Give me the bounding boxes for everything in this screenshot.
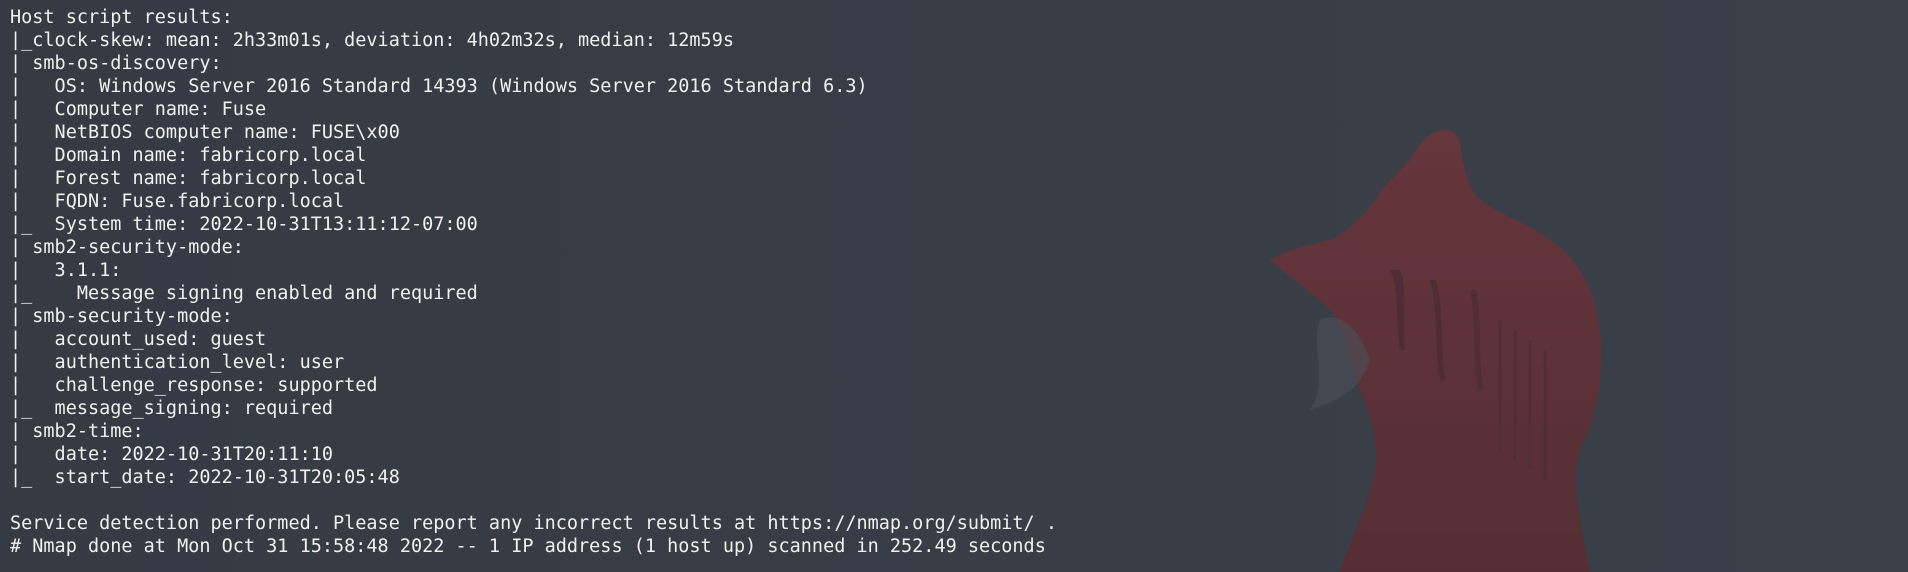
- output-line: | OS: Windows Server 2016 Standard 14393…: [10, 76, 868, 97]
- output-line: | date: 2022-10-31T20:11:10: [10, 444, 334, 465]
- output-line: Service detection performed. Please repo…: [10, 513, 1057, 534]
- output-line: Host script results:: [10, 7, 233, 28]
- output-line: | smb-security-mode:: [10, 306, 233, 327]
- output-line: | FQDN: Fuse.fabricorp.local: [10, 191, 345, 212]
- output-line: | Domain name: fabricorp.local: [10, 145, 367, 166]
- output-line: | account_used: guest: [10, 329, 267, 350]
- output-line: | authentication_level: user: [10, 352, 345, 373]
- output-line: | smb2-time:: [10, 421, 144, 442]
- output-line: |_clock-skew: mean: 2h33m01s, deviation:…: [10, 30, 734, 51]
- output-line: | Forest name: fabricorp.local: [10, 168, 367, 189]
- terminal-output[interactable]: Host script results: |_clock-skew: mean: …: [10, 6, 1057, 558]
- output-line: | smb-os-discovery:: [10, 53, 222, 74]
- output-line: |_ message_signing: required: [10, 398, 334, 419]
- output-line: | 3.1.1:: [10, 260, 122, 281]
- output-line: |_ start_date: 2022-10-31T20:05:48: [10, 467, 400, 488]
- output-line: |_ System time: 2022-10-31T13:11:12-07:0…: [10, 214, 478, 235]
- output-line: |_ Message signing enabled and required: [10, 283, 478, 304]
- terminal-window[interactable]: Host script results: |_clock-skew: mean: …: [0, 0, 1908, 572]
- output-line: | Computer name: Fuse: [10, 99, 267, 120]
- output-line: # Nmap done at Mon Oct 31 15:58:48 2022 …: [10, 536, 1046, 557]
- output-line: | NetBIOS computer name: FUSE\x00: [10, 122, 400, 143]
- fox-silhouette-icon: [1270, 129, 1602, 572]
- output-line: | smb2-security-mode:: [10, 237, 244, 258]
- output-line: | challenge_response: supported: [10, 375, 378, 396]
